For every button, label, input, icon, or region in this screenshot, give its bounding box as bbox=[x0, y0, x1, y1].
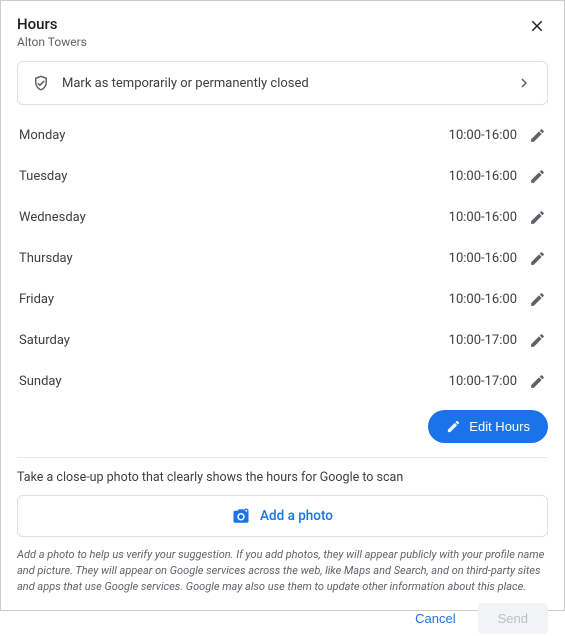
edit-day-button[interactable] bbox=[527, 289, 548, 310]
hours-list: Monday 10:00-16:00 Tuesday 10:00-16:00 W… bbox=[11, 115, 554, 402]
close-icon bbox=[528, 17, 546, 35]
hours-label: 10:00-16:00 bbox=[449, 251, 517, 266]
hour-row: Saturday 10:00-17:00 bbox=[17, 320, 548, 361]
divider bbox=[17, 457, 548, 458]
day-label: Saturday bbox=[19, 333, 449, 348]
pencil-icon bbox=[529, 127, 546, 144]
hours-label: 10:00-16:00 bbox=[449, 128, 517, 143]
page-title: Hours bbox=[17, 15, 526, 33]
photo-hint: Take a close-up photo that clearly shows… bbox=[11, 470, 554, 495]
pencil-icon bbox=[529, 209, 546, 226]
edit-day-button[interactable] bbox=[527, 330, 548, 351]
mark-closed-label: Mark as temporarily or permanently close… bbox=[62, 76, 515, 91]
hours-label: 10:00-17:00 bbox=[449, 333, 517, 348]
day-label: Wednesday bbox=[19, 210, 449, 225]
hour-row: Wednesday 10:00-16:00 bbox=[17, 197, 548, 238]
photo-disclaimer: Add a photo to help us verify your sugge… bbox=[11, 547, 554, 595]
hours-label: 10:00-17:00 bbox=[449, 374, 517, 389]
add-photo-label: Add a photo bbox=[260, 508, 333, 524]
pencil-icon bbox=[529, 291, 546, 308]
pencil-icon bbox=[529, 373, 546, 390]
hours-label: 10:00-16:00 bbox=[449, 169, 517, 184]
hour-row: Thursday 10:00-16:00 bbox=[17, 238, 548, 279]
hour-row: Sunday 10:00-17:00 bbox=[17, 361, 548, 402]
page-subtitle: Alton Towers bbox=[17, 35, 526, 49]
pencil-icon bbox=[446, 419, 461, 434]
day-label: Sunday bbox=[19, 374, 449, 389]
close-button[interactable] bbox=[526, 15, 548, 37]
hour-row: Monday 10:00-16:00 bbox=[17, 115, 548, 156]
add-photo-button[interactable]: Add a photo bbox=[17, 495, 548, 537]
day-label: Thursday bbox=[19, 251, 449, 266]
edit-day-button[interactable] bbox=[527, 371, 548, 392]
cancel-button[interactable]: Cancel bbox=[401, 603, 469, 634]
pencil-icon bbox=[529, 168, 546, 185]
edit-day-button[interactable] bbox=[527, 207, 548, 228]
mark-closed-row[interactable]: Mark as temporarily or permanently close… bbox=[17, 61, 548, 105]
pencil-icon bbox=[529, 250, 546, 267]
hour-row: Friday 10:00-16:00 bbox=[17, 279, 548, 320]
closed-status-icon bbox=[32, 74, 50, 92]
edit-day-button[interactable] bbox=[527, 166, 548, 187]
pencil-icon bbox=[529, 332, 546, 349]
camera-icon bbox=[232, 507, 250, 525]
edit-hours-button[interactable]: Edit Hours bbox=[428, 410, 548, 443]
day-label: Friday bbox=[19, 292, 449, 307]
edit-hours-label: Edit Hours bbox=[469, 419, 530, 434]
send-button[interactable]: Send bbox=[478, 603, 548, 634]
edit-day-button[interactable] bbox=[527, 248, 548, 269]
hours-label: 10:00-16:00 bbox=[449, 292, 517, 307]
chevron-right-icon bbox=[515, 74, 533, 92]
edit-day-button[interactable] bbox=[527, 125, 548, 146]
day-label: Tuesday bbox=[19, 169, 449, 184]
hour-row: Tuesday 10:00-16:00 bbox=[17, 156, 548, 197]
hours-label: 10:00-16:00 bbox=[449, 210, 517, 225]
day-label: Monday bbox=[19, 128, 449, 143]
